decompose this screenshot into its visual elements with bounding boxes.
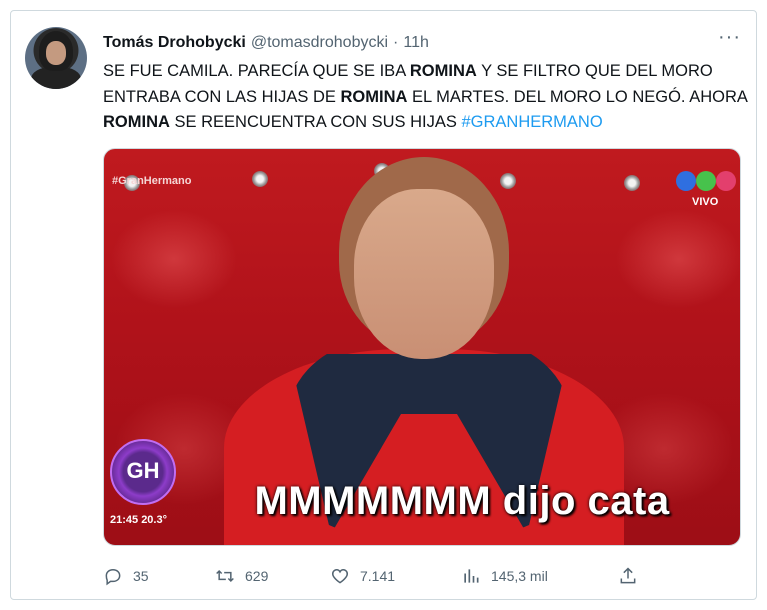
retweet-button[interactable]: 629 xyxy=(215,566,268,586)
text-segment: EL MARTES. DEL MORO LO NEGÓ. AHORA xyxy=(407,87,747,106)
channel-logo-icon xyxy=(676,171,738,193)
text-segment: SE FUE CAMILA. PARECÍA QUE SE IBA xyxy=(103,62,410,80)
views-icon xyxy=(464,569,479,583)
like-button[interactable]: 7.141 xyxy=(330,566,395,586)
action-bar: 35 629 7.141 145,3 mil xyxy=(103,566,643,588)
share-icon xyxy=(620,567,636,584)
author-name[interactable]: Tomás Drohobycki xyxy=(103,34,246,52)
share-button[interactable] xyxy=(618,566,638,586)
views-count: 145,3 mil xyxy=(491,568,548,584)
separator-dot: · xyxy=(393,34,399,51)
hashtag-overlay: #GranHermano xyxy=(112,175,192,187)
text-segment: SE REENCUENTRA CON SUS HIJAS xyxy=(169,113,462,131)
tweet-text: SE FUE CAMILA. PARECÍA QUE SE IBA ROMINA… xyxy=(103,59,753,136)
tweet-header: Tomás Drohobycki @tomasdrohobycki · 11h xyxy=(103,33,429,53)
retweet-count: 629 xyxy=(245,568,269,584)
like-icon xyxy=(331,568,349,584)
reply-icon xyxy=(105,568,121,586)
reply-button[interactable]: 35 xyxy=(103,566,149,586)
retweet-icon xyxy=(216,569,234,583)
bold-name: ROMINA xyxy=(409,62,477,80)
more-icon[interactable]: ··· xyxy=(718,27,742,48)
bold-name: ROMINA xyxy=(340,87,408,106)
live-label: VIVO xyxy=(692,196,719,208)
tweet-media[interactable]: #GranHermano VIVO GH 21:45 20.3° MMMMMMM… xyxy=(103,148,741,546)
reply-count: 35 xyxy=(133,568,149,584)
views-button[interactable]: 145,3 mil xyxy=(461,566,548,586)
meme-caption: MMMMMMM dijo cata xyxy=(254,479,670,523)
person-face xyxy=(354,189,494,359)
like-count: 7.141 xyxy=(360,568,396,584)
avatar[interactable] xyxy=(25,27,87,89)
hashtag-link[interactable]: #GRANHERMANO xyxy=(461,113,602,131)
bold-name: ROMINA xyxy=(103,113,170,131)
tweet-time[interactable]: 11h xyxy=(403,34,429,52)
author-handle[interactable]: @tomasdrohobycki xyxy=(251,34,388,52)
